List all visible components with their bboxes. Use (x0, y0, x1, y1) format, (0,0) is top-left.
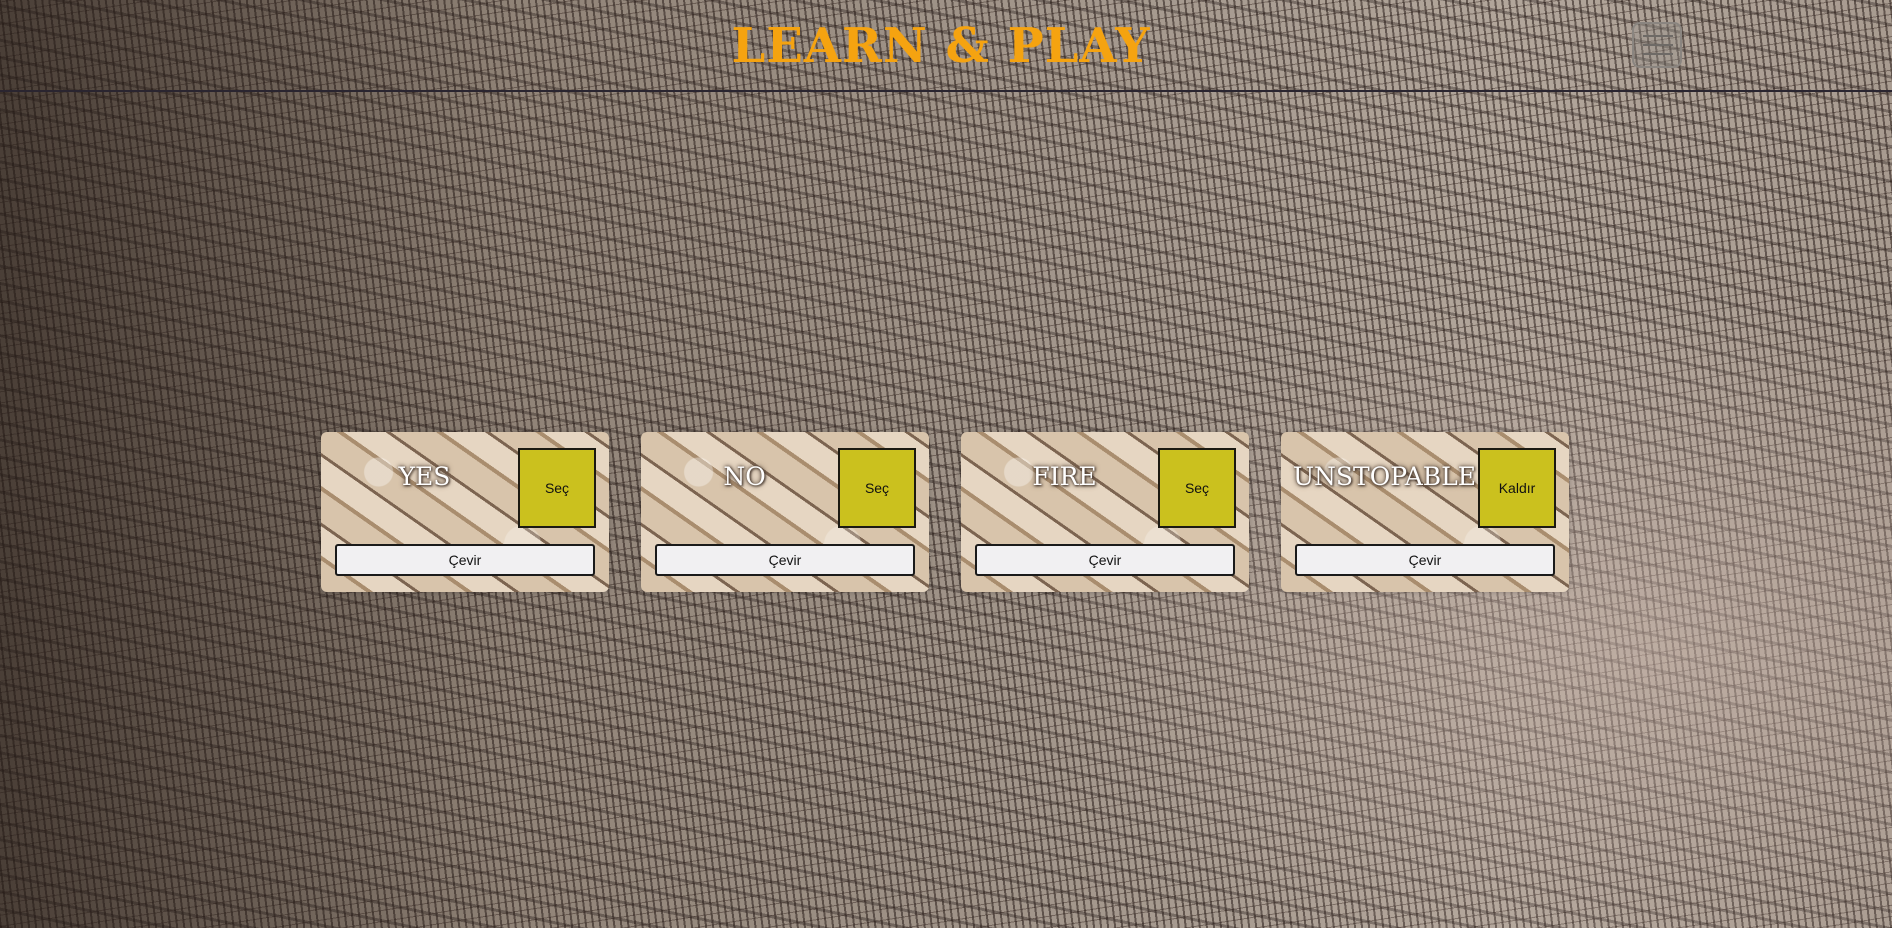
hamburger-menu-icon (1643, 35, 1673, 37)
card-word: NO (723, 462, 766, 491)
word-card: YES Seç Çevir (321, 432, 609, 592)
word-card: NO Seç Çevir (641, 432, 929, 592)
hamburger-menu-icon (1643, 53, 1673, 55)
select-button[interactable]: Seç (838, 448, 916, 528)
flip-button[interactable]: Çevir (1295, 544, 1555, 576)
word-card-list: YES Seç Çevir NO Seç Çevir FIRE Seç Çevi… (321, 432, 1571, 592)
remove-button[interactable]: Kaldır (1478, 448, 1556, 528)
hamburger-menu-icon (1643, 44, 1673, 46)
card-word: UNSTOPABLE (1292, 462, 1477, 491)
flip-button[interactable]: Çevir (335, 544, 595, 576)
card-word: FIRE (1032, 462, 1097, 491)
flip-button[interactable]: Çevir (975, 544, 1235, 576)
site-title: LEARN & PLAY (731, 18, 1151, 74)
select-button[interactable]: Seç (1158, 448, 1236, 528)
site-header: LEARN & PLAY (0, 0, 1892, 92)
hamburger-menu-button[interactable] (1632, 22, 1682, 68)
word-card: FIRE Seç Çevir (961, 432, 1249, 592)
select-button[interactable]: Seç (518, 448, 596, 528)
flip-button[interactable]: Çevir (655, 544, 915, 576)
card-word: YES (398, 462, 451, 491)
word-card: UNSTOPABLE Kaldır Çevir (1281, 432, 1569, 592)
